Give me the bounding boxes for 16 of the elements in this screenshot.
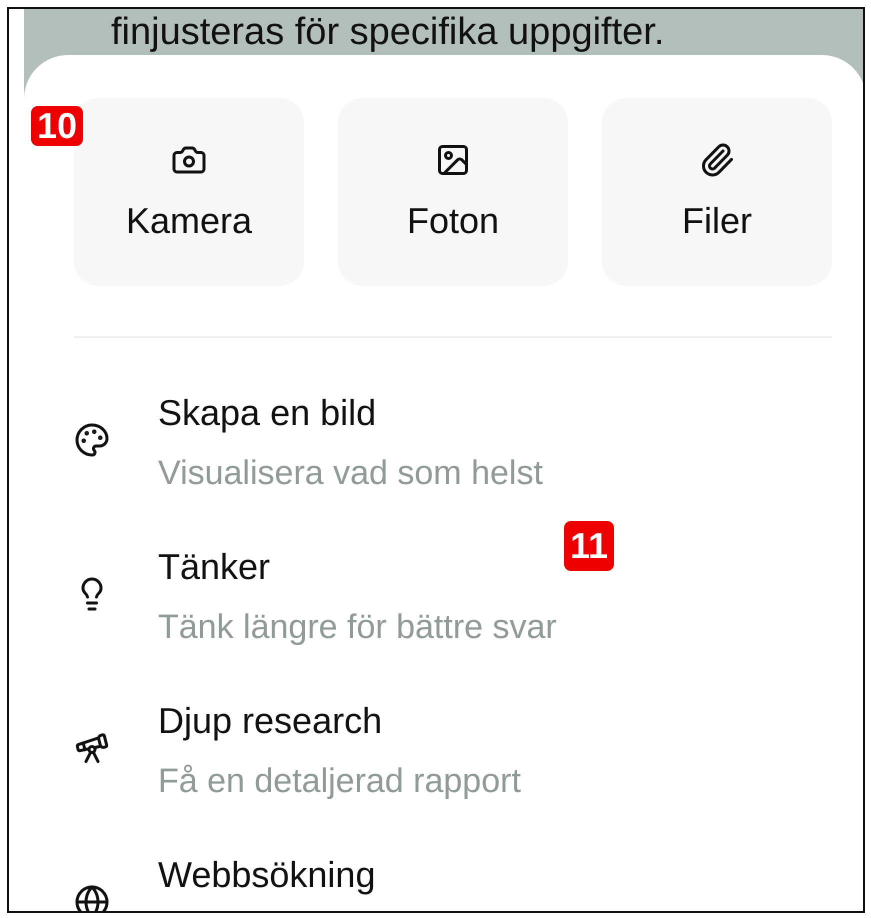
- tool-subtitle: Få en detaljerad rapport: [158, 762, 521, 801]
- attach-option-button[interactable]: Foton: [338, 98, 568, 286]
- number-badge: 11: [564, 521, 614, 571]
- message-text: finjusteras för specifika uppgifter.: [111, 11, 664, 53]
- attach-option-button[interactable]: Filer: [602, 98, 832, 286]
- tool-title[interactable]: Tänker: [158, 546, 270, 588]
- tool-subtitle: Visualisera vad som helst: [158, 454, 543, 493]
- tool-subtitle: Tänk längre för bättre svar: [158, 608, 557, 647]
- attach-option-button[interactable]: Kamera: [74, 98, 304, 286]
- palette-icon: [74, 422, 110, 458]
- paperclip-icon: [699, 142, 735, 178]
- tool-title[interactable]: Skapa en bild: [158, 392, 376, 434]
- image-icon: [435, 142, 471, 178]
- tool-title[interactable]: Webbsökning: [158, 854, 376, 896]
- tool-title[interactable]: Djup research: [158, 700, 382, 742]
- number-badge: 10: [31, 106, 84, 146]
